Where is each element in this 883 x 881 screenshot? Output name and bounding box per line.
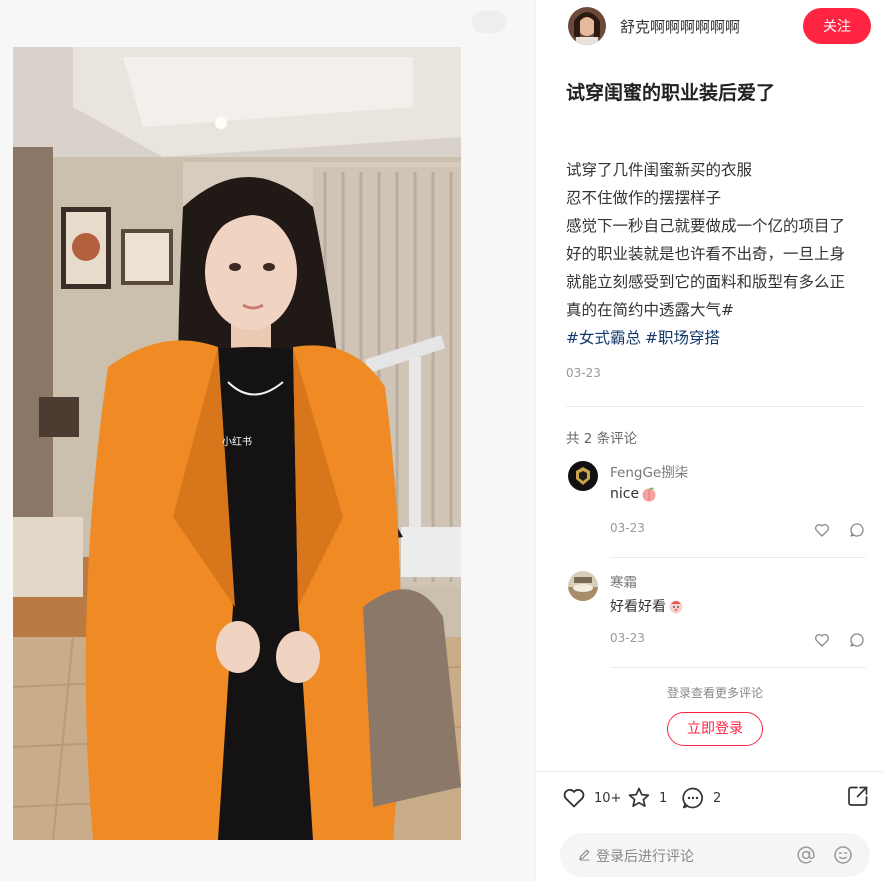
peach-emoji-icon	[642, 487, 656, 502]
collect-button[interactable]: 1	[627, 784, 667, 812]
image-pager-indicator	[472, 11, 506, 33]
note-photo[interactable]: 小红书	[13, 47, 461, 840]
like-button[interactable]: 10+	[562, 784, 621, 812]
photo-illustration: 小红书	[13, 47, 461, 840]
comment-divider	[610, 667, 866, 668]
comment-count: 共 2 条评论	[566, 431, 638, 447]
comment-divider	[610, 557, 866, 558]
comment-date: 03-23	[610, 521, 645, 535]
more-comments-hint: 登录查看更多评论	[666, 686, 763, 700]
author-avatar-image	[568, 7, 606, 45]
comment-button[interactable]: 2	[681, 784, 721, 812]
hashtag-link[interactable]: #女式霸总	[566, 329, 641, 347]
share-icon[interactable]	[846, 784, 870, 808]
description-line: 试穿了几件闺蜜新买的衣服	[566, 161, 753, 179]
commenter-name[interactable]: FengGe捌柒	[610, 461, 688, 481]
comment-text: nice	[610, 486, 640, 502]
note-tags: #女式霸总 #职场穿搭	[566, 324, 724, 352]
watermark-text: 小红书	[222, 435, 252, 448]
commenter-avatar[interactable]	[568, 461, 598, 491]
star-icon	[628, 787, 650, 807]
comment-like-heart-icon[interactable]	[814, 522, 830, 538]
description-line: 忍不住做作的摆摆样子	[566, 189, 722, 207]
comment-date: 03-23	[610, 631, 645, 645]
description-line: 就能立刻感受到它的面料和版型有多么正	[566, 273, 846, 291]
comment-like-heart-icon[interactable]	[814, 632, 830, 648]
note-content-scroll[interactable]: 试穿闺蜜的职业装后爱了 试穿了几件闺蜜新买的衣服 忍不住做作的摆摆样子 感觉下一…	[536, 52, 883, 772]
comment-text: 好看好看	[610, 599, 666, 615]
author-avatar[interactable]	[568, 7, 606, 45]
comment-input[interactable]: 登录后进行评论	[560, 833, 870, 877]
commenter-avatar-image	[568, 571, 598, 601]
commenter-avatar-image	[568, 461, 598, 491]
comment-count-short: 2	[713, 790, 722, 806]
comment-reply-icon[interactable]	[849, 632, 865, 648]
comment-item: FengGe捌柒 nice 03-23	[566, 461, 866, 571]
note-description: 试穿了几件闺蜜新买的衣服 忍不住做作的摆摆样子 感觉下一秒自己就要做成一个亿的项…	[566, 156, 866, 324]
commenter-avatar[interactable]	[568, 571, 598, 601]
engagement-bar: 10+ 1 2 登录后进行评论	[536, 771, 883, 881]
pencil-icon	[579, 849, 590, 861]
description-line: 好的职业装就是也许看不出奇，一旦上身	[566, 245, 846, 263]
note-title: 试穿闺蜜的职业装后爱了	[566, 82, 776, 104]
author-bar: 舒克啊啊啊啊啊啊 关注	[536, 0, 883, 52]
like-count: 10+	[594, 790, 622, 806]
cute-face-emoji-icon	[669, 600, 683, 614]
section-divider	[566, 406, 865, 407]
comment-input-placeholder: 登录后进行评论	[596, 849, 694, 865]
comment-icon	[682, 787, 703, 809]
author-name[interactable]: 舒克啊啊啊啊啊啊	[620, 16, 740, 37]
media-bottom-strip	[0, 840, 535, 881]
comment-reply-icon[interactable]	[849, 522, 865, 538]
commenter-name[interactable]: 寒霜	[610, 571, 637, 591]
comment-text-row: 好看好看	[610, 596, 684, 616]
media-topbar	[0, 0, 535, 47]
emoji-icon[interactable]	[833, 845, 853, 865]
follow-button[interactable]: 关注	[803, 8, 871, 44]
note-date: 03-23	[566, 366, 601, 380]
description-line: 感觉下一秒自己就要做成一个亿的项目了	[566, 217, 846, 235]
hashtag-link[interactable]: #职场穿搭	[645, 329, 720, 347]
collect-count: 1	[659, 790, 668, 806]
heart-icon	[563, 789, 585, 808]
comment-text-row: nice	[610, 486, 657, 502]
media-pane: 小红书	[0, 0, 535, 881]
login-button[interactable]: 立即登录	[667, 712, 763, 746]
note-detail-panel: 舒克啊啊啊啊啊啊 关注 试穿闺蜜的职业装后爱了 试穿了几件闺蜜新买的衣服 忍不住…	[535, 0, 883, 881]
comment-item: 寒霜 好看好看 03-23	[566, 571, 866, 681]
description-line: 真的在简约中透露大气#	[566, 301, 734, 319]
at-icon[interactable]	[796, 845, 816, 865]
